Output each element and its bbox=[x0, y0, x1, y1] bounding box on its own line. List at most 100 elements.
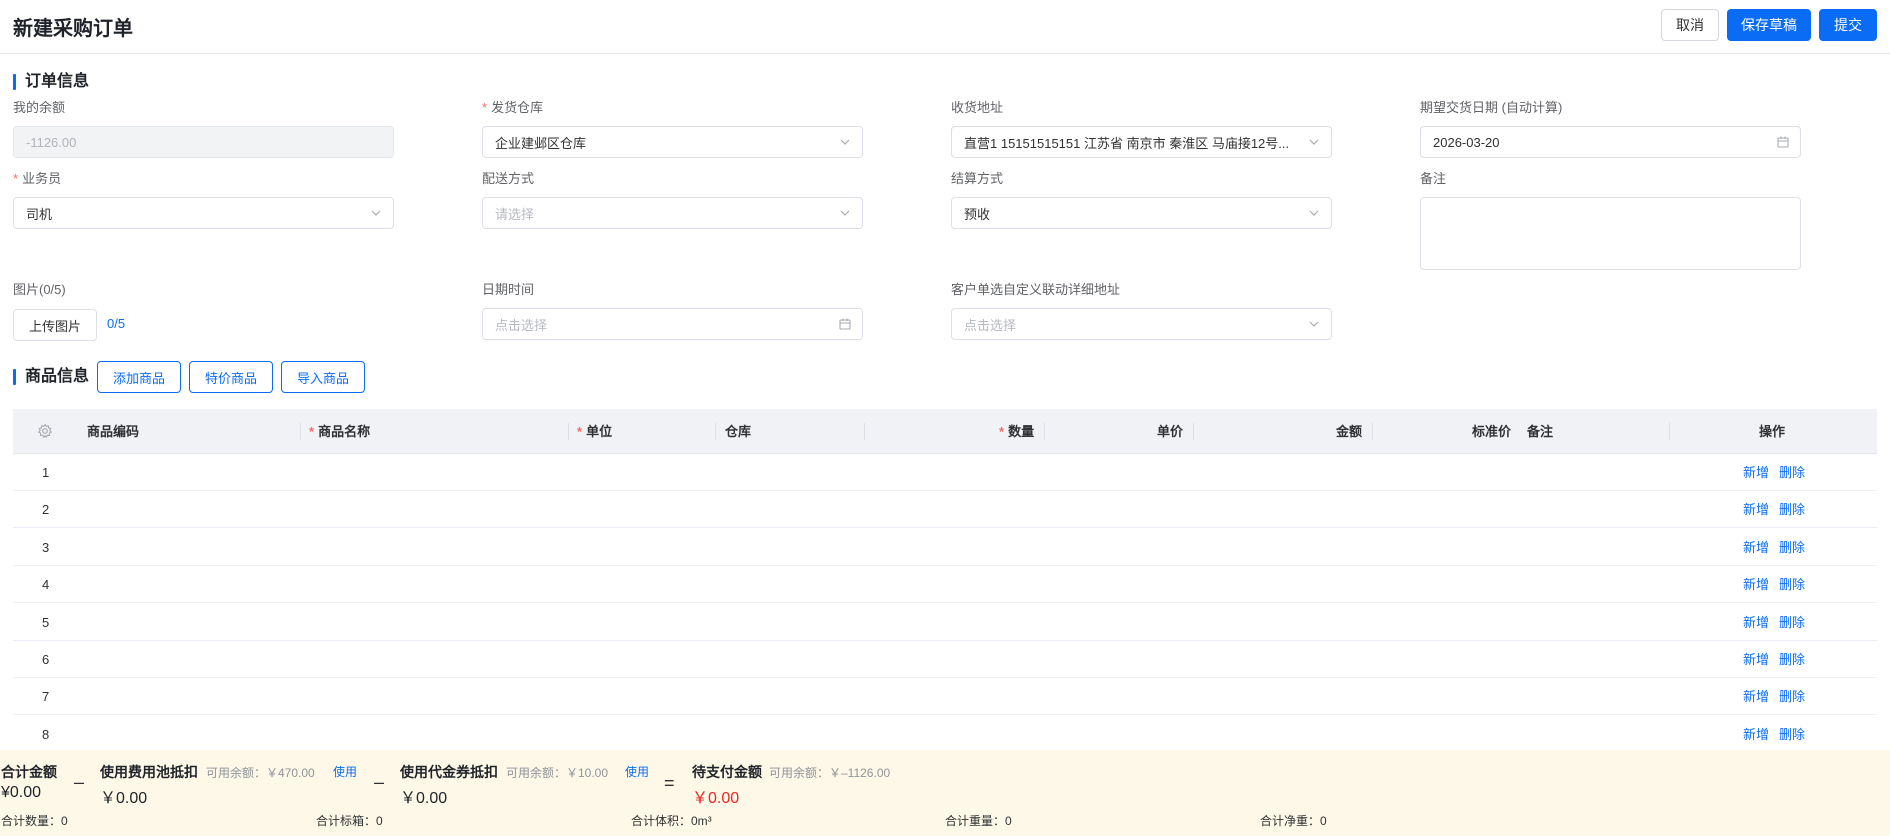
column-divider bbox=[1669, 423, 1670, 440]
expected-date-value: 2026-03-20 bbox=[1433, 134, 1500, 150]
delivery-select[interactable]: 请选择 bbox=[482, 197, 863, 229]
row-delete-link[interactable]: 删除 bbox=[1779, 491, 1805, 528]
submit-button[interactable]: 提交 bbox=[1819, 9, 1877, 41]
datetime-label: 日期时间 bbox=[482, 282, 535, 297]
add-goods-button[interactable]: 添加商品 bbox=[97, 361, 181, 393]
salesperson-value: 司机 bbox=[26, 206, 53, 222]
custom-address-select[interactable]: 点击选择 bbox=[951, 308, 1332, 340]
column-remark: 备注 bbox=[1527, 424, 1554, 439]
row-add-link[interactable]: 新增 bbox=[1743, 566, 1769, 603]
datetime-placeholder: 点击选择 bbox=[495, 317, 548, 333]
row-add-link[interactable]: 新增 bbox=[1743, 491, 1769, 528]
remark-textarea[interactable] bbox=[1420, 197, 1801, 270]
datetime-picker[interactable]: 点击选择 bbox=[482, 308, 863, 340]
row-number: 2 bbox=[42, 502, 50, 517]
table-row: 8 新增 删除 bbox=[13, 716, 1877, 753]
expected-date-label: 期望交货日期 (自动计算) bbox=[1420, 100, 1563, 115]
equals-sign: = bbox=[664, 773, 675, 793]
salesperson-select[interactable]: 司机 bbox=[13, 197, 394, 229]
row-delete-link[interactable]: 删除 bbox=[1779, 641, 1805, 678]
minus-sign: – bbox=[374, 772, 385, 792]
page-title: 新建采购订单 bbox=[13, 18, 133, 40]
row-delete-link[interactable]: 删除 bbox=[1779, 716, 1805, 753]
row-number: 5 bbox=[42, 615, 50, 630]
salesperson-label: * 业务员 bbox=[13, 171, 62, 186]
row-delete-link[interactable]: 删除 bbox=[1779, 678, 1805, 715]
column-divider bbox=[1044, 423, 1045, 440]
expected-date-picker[interactable]: 2026-03-20 bbox=[1420, 126, 1801, 158]
column-action: 操作 bbox=[1759, 424, 1786, 439]
row-number: 8 bbox=[42, 727, 50, 742]
warehouse-label: * 发货仓库 bbox=[482, 100, 544, 115]
row-add-link[interactable]: 新增 bbox=[1743, 641, 1769, 678]
column-code: 商品编码 bbox=[87, 424, 140, 439]
special-goods-button[interactable]: 特价商品 bbox=[189, 361, 273, 393]
column-unit: * 单位 bbox=[577, 424, 613, 439]
fee-pool-use-link[interactable]: 使用 bbox=[333, 763, 357, 780]
total-boxes: 合计标箱：0 bbox=[316, 814, 383, 828]
row-number: 7 bbox=[42, 689, 50, 704]
row-delete-link[interactable]: 删除 bbox=[1779, 604, 1805, 641]
calendar-icon bbox=[839, 318, 851, 330]
column-std-price: 标准价 bbox=[1472, 424, 1512, 439]
row-number: 1 bbox=[42, 465, 50, 480]
column-divider bbox=[300, 423, 301, 440]
column-divider bbox=[864, 423, 865, 440]
chevron-down-icon bbox=[371, 210, 381, 216]
gear-icon[interactable] bbox=[37, 423, 53, 439]
voucher-use-link[interactable]: 使用 bbox=[625, 763, 649, 780]
delivery-placeholder: 请选择 bbox=[495, 206, 535, 222]
balance-label: 我的余额 bbox=[13, 100, 66, 115]
table-row: 1 新增 删除 bbox=[13, 454, 1877, 491]
column-name: * 商品名称 bbox=[309, 424, 371, 439]
fee-pool-label: 使用费用池抵扣 bbox=[100, 764, 198, 780]
warehouse-value: 企业建邺区仓库 bbox=[495, 135, 587, 151]
total-amount-label: 合计金额 bbox=[1, 764, 57, 780]
table-row: 4 新增 删除 bbox=[13, 566, 1877, 603]
voucher-hint: 可用余额：￥10.00 bbox=[506, 766, 609, 780]
cancel-button[interactable]: 取消 bbox=[1661, 9, 1719, 41]
column-warehouse: 仓库 bbox=[725, 424, 752, 439]
chevron-down-icon bbox=[1309, 139, 1319, 145]
fee-pool-hint: 可用余额：￥470.00 bbox=[206, 766, 315, 780]
row-add-link[interactable]: 新增 bbox=[1743, 604, 1769, 641]
calendar-icon bbox=[1777, 136, 1789, 148]
column-quantity: * 数量 bbox=[999, 424, 1035, 439]
to-pay-label: 待支付金额 bbox=[692, 764, 762, 780]
remark-label: 备注 bbox=[1420, 171, 1447, 186]
chevron-down-icon bbox=[1309, 210, 1319, 216]
settlement-select[interactable]: 预收 bbox=[951, 197, 1332, 229]
row-add-link[interactable]: 新增 bbox=[1743, 678, 1769, 715]
balance-value: -1126.00 bbox=[26, 134, 77, 150]
column-divider bbox=[1193, 423, 1194, 440]
column-amount: 金额 bbox=[1336, 424, 1363, 439]
import-goods-button[interactable]: 导入商品 bbox=[281, 361, 365, 393]
total-volume: 合计体积：0m³ bbox=[631, 814, 712, 828]
save-draft-button[interactable]: 保存草稿 bbox=[1727, 9, 1811, 41]
address-select[interactable]: 直营1 15151515151 江苏省 南京市 秦淮区 马庙接12号... bbox=[951, 126, 1332, 158]
warehouse-select[interactable]: 企业建邺区仓库 bbox=[482, 126, 863, 158]
upload-count: 0/5 bbox=[107, 316, 126, 331]
voucher-label: 使用代金券抵扣 bbox=[400, 764, 498, 780]
row-number: 6 bbox=[42, 652, 50, 667]
row-add-link[interactable]: 新增 bbox=[1743, 454, 1769, 491]
total-net-weight: 合计净重：0 bbox=[1260, 814, 1327, 828]
settlement-label: 结算方式 bbox=[951, 171, 1004, 186]
delivery-label: 配送方式 bbox=[482, 171, 535, 186]
minus-sign: – bbox=[74, 772, 85, 792]
column-divider bbox=[568, 423, 569, 440]
custom-address-label: 客户单选自定义联动详细地址 bbox=[951, 282, 1121, 297]
row-delete-link[interactable]: 删除 bbox=[1779, 529, 1805, 566]
custom-address-placeholder: 点击选择 bbox=[964, 317, 1017, 333]
chevron-down-icon bbox=[1309, 321, 1319, 327]
upload-image-button[interactable]: 上传图片 bbox=[13, 309, 97, 341]
total-weight: 合计重量：0 bbox=[945, 814, 1012, 828]
row-delete-link[interactable]: 删除 bbox=[1779, 454, 1805, 491]
total-quantity: 合计数量：0 bbox=[1, 814, 68, 828]
address-value: 直营1 15151515151 江苏省 南京市 秦淮区 马庙接12号... bbox=[964, 135, 1290, 151]
row-add-link[interactable]: 新增 bbox=[1743, 716, 1769, 753]
address-label: 收货地址 bbox=[951, 100, 1004, 115]
row-add-link[interactable]: 新增 bbox=[1743, 529, 1769, 566]
row-delete-link[interactable]: 删除 bbox=[1779, 566, 1805, 603]
column-divider bbox=[715, 423, 716, 440]
